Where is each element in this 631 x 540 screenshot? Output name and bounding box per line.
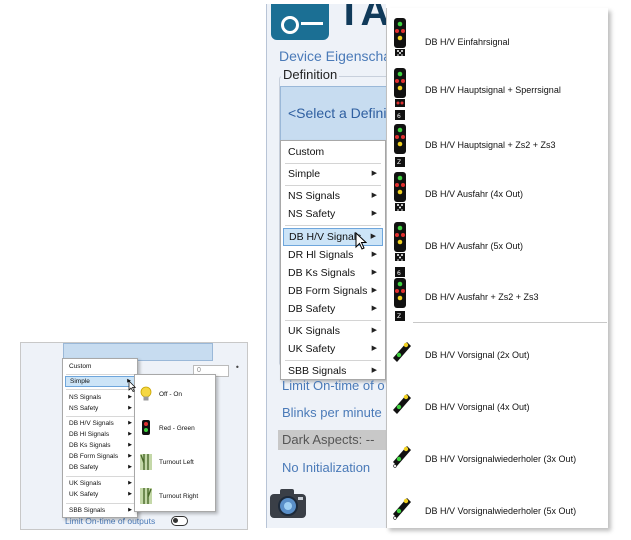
distant-signal-icon bbox=[393, 394, 411, 414]
menu-item-dr-hl-signals[interactable]: DR Hl Signals ▶ bbox=[283, 246, 383, 264]
menu-item-ns-safety[interactable]: NS Safety ▶ bbox=[283, 205, 383, 223]
zs2-indicator-label: Z bbox=[397, 313, 402, 320]
inset-menu-item-db-form-signals[interactable]: DB Form Signals ▶ bbox=[65, 451, 135, 462]
submenu-item-off-on[interactable]: Off - On bbox=[135, 377, 217, 411]
signal-item-ausfahr-4x[interactable]: DB H/V Ausfahr (4x Out) bbox=[387, 168, 609, 218]
inset-menu-item-simple[interactable]: Simple▶ bbox=[65, 376, 135, 387]
inset-menu-item-uk-safety[interactable]: UK Safety ▶ bbox=[65, 489, 135, 500]
mouse-cursor-icon bbox=[355, 232, 367, 250]
signal-item-vorsignalwiederholer-3x[interactable]: DB H/V Vorsignalwiederholer (3x Out) bbox=[387, 432, 609, 482]
menu-item-simple[interactable]: Simple ▶ bbox=[283, 165, 383, 183]
turnout-right-icon bbox=[140, 488, 152, 504]
inset-menu-item-db-ks-signals[interactable]: DB Ks Signals ▶ bbox=[65, 440, 135, 451]
inset-limit-toggle[interactable] bbox=[171, 516, 188, 526]
signal-item-vorsignal-4x[interactable]: DB H/V Vorsignal (4x Out) bbox=[387, 380, 609, 430]
camera-icon[interactable] bbox=[268, 486, 308, 520]
main-signal-icon bbox=[394, 172, 406, 211]
definition-select-placeholder: <Select a Definiti bbox=[288, 105, 386, 121]
menu-item-uk-signals[interactable]: UK Signals ▶ bbox=[283, 322, 383, 340]
list-divider bbox=[413, 322, 607, 323]
menu-item-db-hv-signals[interactable]: DB H/V Signals ▶ bbox=[283, 228, 383, 246]
signal-item-label: DB H/V Ausfahr (5x Out) bbox=[425, 241, 524, 251]
inset-menu-item-sbb-signals[interactable]: SBB Signals ▶ bbox=[65, 505, 135, 516]
zs2-indicator-label: Z bbox=[397, 159, 402, 166]
inset-menu-item-db-safety[interactable]: DB Safety ▶ bbox=[65, 462, 135, 473]
menu-item-db-form-signals[interactable]: DB Form Signals ▶ bbox=[283, 282, 383, 300]
turnout-left-icon bbox=[140, 454, 152, 470]
signal-item-ausfahr-5x[interactable]: 6 DB H/V Ausfahr (5x Out) bbox=[387, 220, 609, 277]
signal-item-label: DB H/V Hauptsignal + Zs2 + Zs3 bbox=[425, 140, 556, 150]
inset-menu-item-db-hl-signals[interactable]: DB Hl Signals ▶ bbox=[65, 429, 135, 440]
definition-select[interactable]: <Select a Definiti bbox=[280, 86, 386, 142]
submenu-item-turnout-right[interactable]: Turnout Right bbox=[135, 479, 217, 513]
menu-item-ns-signals[interactable]: NS Signals ▶ bbox=[283, 187, 383, 205]
menu-item-db-ks-signals[interactable]: DB Ks Signals ▶ bbox=[283, 264, 383, 282]
signal-item-label: DB H/V Ausfahr (4x Out) bbox=[425, 189, 524, 199]
app-logo-text: TA bbox=[337, 4, 386, 34]
signal-item-hauptsignal-sperrsignal[interactable]: 6 DB H/V Hauptsignal + Sperrsignal bbox=[387, 66, 609, 120]
signal-item-einfahrsignal[interactable]: DB H/V Einfahrsignal bbox=[387, 14, 609, 64]
signal-item-label: DB H/V Hauptsignal + Sperrsignal bbox=[425, 85, 561, 95]
dark-aspects-field[interactable]: Dark Aspects: -- bbox=[278, 430, 388, 450]
lightbulb-icon bbox=[140, 386, 152, 401]
inset-menu-item-custom[interactable]: Custom bbox=[65, 361, 135, 372]
inset-menu-item-ns-signals[interactable]: NS Signals ▶ bbox=[65, 392, 135, 403]
inset-menu-item-ns-safety[interactable]: NS Safety ▶ bbox=[65, 403, 135, 414]
menu-item-uk-safety[interactable]: UK Safety ▶ bbox=[283, 340, 383, 358]
main-signal-icon bbox=[394, 18, 406, 56]
blinks-per-minute-label: Blinks per minute bbox=[282, 405, 382, 420]
definition-dropdown-menu: Custom Simple ▶ NS Signals ▶ NS Safety ▶ DB… bbox=[280, 140, 386, 380]
device-properties-title: Device Eigenschapp bbox=[279, 48, 386, 64]
distant-signal-icon bbox=[393, 342, 411, 362]
signal-item-label: DB H/V Vorsignal (4x Out) bbox=[425, 402, 530, 412]
logo-bar: TA bbox=[267, 4, 386, 44]
distant-signal-repeater-icon bbox=[393, 498, 411, 520]
no-initialization-label: No Initialization bbox=[282, 460, 371, 475]
inset-menu-item-db-hv-signals[interactable]: DB H/V Signals ▶ bbox=[65, 418, 135, 429]
definition-label: Definition bbox=[281, 67, 340, 82]
signal-item-label: DB H/V Einfahrsignal bbox=[425, 37, 510, 47]
signal-item-vorsignal-2x[interactable]: DB H/V Vorsignal (2x Out) bbox=[387, 328, 609, 378]
signal-item-label: DB H/V Vorsignal (2x Out) bbox=[425, 350, 530, 360]
inset-dot: • bbox=[235, 363, 240, 372]
signal-item-vorsignalwiederholer-5x[interactable]: DB H/V Vorsignalwiederholer (5x Out) bbox=[387, 484, 609, 534]
signal-item-label: DB H/V Vorsignalwiederholer (5x Out) bbox=[425, 506, 577, 516]
submenu-item-red-green[interactable]: Red - Green bbox=[135, 411, 217, 445]
inset-dropdown-menu: Custom Simple▶ NS Signals▶ NS Safety▶ DB… bbox=[62, 358, 138, 518]
menu-item-custom[interactable]: Custom bbox=[283, 143, 383, 161]
signal-item-hauptsignal-zs2-zs3[interactable]: Z DB H/V Hauptsignal + Zs2 + Zs3 bbox=[387, 118, 609, 168]
red-green-signal-icon bbox=[142, 420, 150, 435]
app-logo-icon bbox=[271, 4, 329, 40]
signal-item-label: DB H/V Vorsignalwiederholer (3x Out) bbox=[425, 454, 577, 464]
menu-item-db-safety[interactable]: DB Safety ▶ bbox=[283, 300, 383, 318]
distant-signal-repeater-icon bbox=[393, 446, 411, 468]
submenu-item-turnout-left[interactable]: Turnout Left bbox=[135, 445, 217, 479]
inset-menu-item-uk-signals[interactable]: UK Signals ▶ bbox=[65, 478, 135, 489]
signal-definition-list: DB H/V Einfahrsignal 6 DB H/V Hauptsigna… bbox=[386, 8, 608, 528]
signal-item-label: DB H/V Ausfahr + Zs2 + Zs3 bbox=[425, 292, 539, 302]
limit-on-time-label: Limit On-time of o bbox=[282, 378, 385, 393]
signal-item-ausfahr-zs2-zs3[interactable]: Z DB H/V Ausfahr + Zs2 + Zs3 bbox=[387, 274, 609, 324]
inset-simple-submenu: Off - On Red - Green Turnout Left Turnou… bbox=[134, 374, 216, 512]
inset-mouse-cursor-icon bbox=[128, 380, 136, 392]
